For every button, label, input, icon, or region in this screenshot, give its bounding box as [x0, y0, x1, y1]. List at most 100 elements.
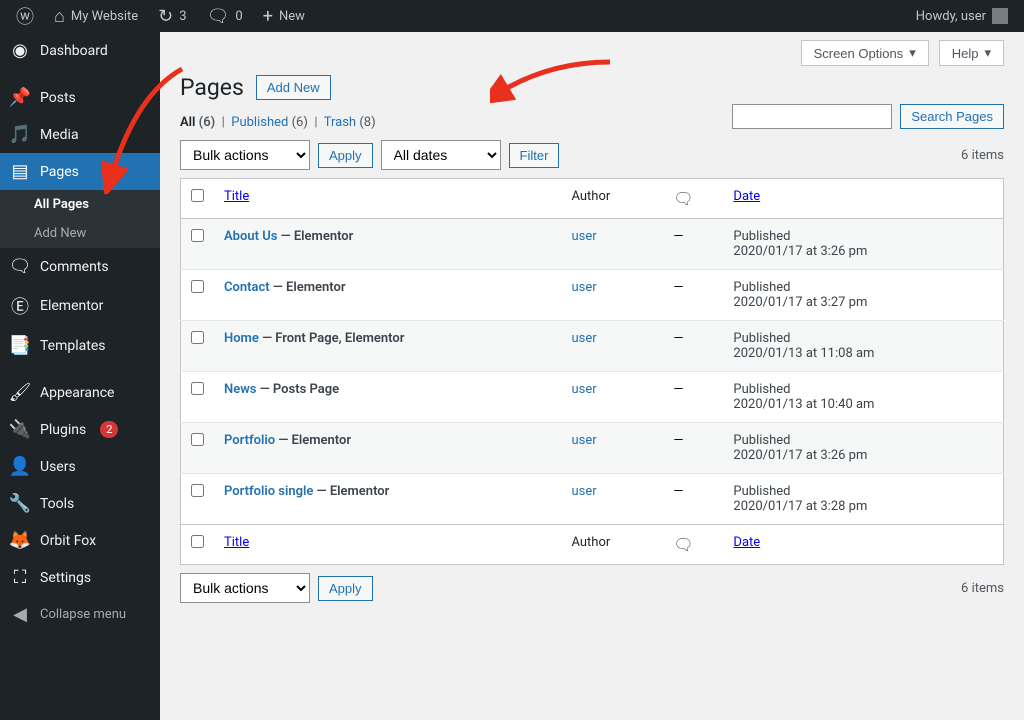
sidebar-label: Templates — [40, 338, 106, 354]
sidebar-label: Appearance — [40, 385, 114, 401]
filter-all[interactable]: All (6) — [180, 115, 215, 130]
author-link[interactable]: user — [571, 280, 596, 295]
row-checkbox[interactable] — [191, 433, 204, 446]
wp-logo[interactable]: ⓦ — [8, 0, 42, 32]
sidebar-label: Orbit Fox — [40, 533, 96, 549]
page-title-link[interactable]: Portfolio — [224, 433, 275, 448]
help-button[interactable]: Help ▾ — [939, 40, 1004, 66]
sidebar-item-dashboard[interactable]: ◉ Dashboard — [0, 32, 160, 69]
page-title-link[interactable]: Portfolio single — [224, 484, 313, 499]
table-row: News — Posts Page user — Published2020/0… — [181, 372, 1004, 423]
item-count: 6 items — [961, 148, 1004, 163]
sidebar-item-posts[interactable]: 📌Posts — [0, 79, 160, 116]
col-date-sort[interactable]: Date — [733, 189, 760, 204]
row-checkbox[interactable] — [191, 280, 204, 293]
select-all-checkbox[interactable] — [191, 189, 204, 202]
sidebar-item-settings[interactable]: ⛶ Settings — [0, 559, 160, 596]
sidebar-label: Pages — [40, 164, 79, 180]
sidebar-label: Dashboard — [40, 43, 108, 59]
date-cell: Published2020/01/13 at 10:40 am — [723, 372, 1003, 423]
submenu-all-pages[interactable]: All Pages — [0, 190, 160, 219]
wrench-icon: 🔧 — [10, 493, 30, 514]
date-filter-select[interactable]: All dates — [381, 140, 501, 170]
comments-cell: — — [663, 372, 723, 423]
avatar — [992, 8, 1008, 24]
pages-table: Title Author 🗨 Date About Us — Elementor… — [180, 178, 1004, 565]
tablenav-bottom: Bulk actions Apply 6 items — [180, 573, 1004, 603]
apply-button-bottom[interactable]: Apply — [318, 576, 373, 601]
page-title-link[interactable]: News — [224, 382, 256, 397]
comment-icon: 🗨 — [207, 6, 230, 27]
sidebar-item-elementor[interactable]: Ⓔ Elementor — [0, 285, 160, 327]
table-row: Home — Front Page, Elementor user — Publ… — [181, 321, 1004, 372]
search-button[interactable]: Search Pages — [900, 104, 1004, 129]
filter-trash[interactable]: Trash (8) — [324, 115, 376, 130]
sidebar-item-media[interactable]: 🎵Media — [0, 116, 160, 153]
sidebar-item-appearance[interactable]: 🖌Appearance — [0, 374, 160, 411]
select-all-checkbox-foot[interactable] — [191, 535, 204, 548]
row-checkbox[interactable] — [191, 382, 204, 395]
search-input[interactable] — [732, 104, 892, 129]
author-link[interactable]: user — [571, 484, 596, 499]
sidebar-label: Settings — [40, 570, 91, 586]
sidebar-item-orbitfox[interactable]: 🦊 Orbit Fox — [0, 522, 160, 559]
post-state: — Elementor — [317, 484, 390, 499]
page-title-link[interactable]: Home — [224, 331, 259, 346]
post-state: — Elementor — [278, 433, 351, 448]
table-row: About Us — Elementor user — Published202… — [181, 219, 1004, 270]
account-link[interactable]: Howdy, user — [908, 0, 1016, 32]
settings-icon: ⛶ — [10, 567, 30, 588]
chevron-down-icon: ▾ — [909, 45, 916, 61]
author-link[interactable]: user — [571, 433, 596, 448]
col-date-sort-foot[interactable]: Date — [733, 535, 760, 550]
media-icon: 🎵 — [10, 124, 30, 145]
page-title-link[interactable]: About Us — [224, 229, 277, 244]
bulk-actions-select[interactable]: Bulk actions — [180, 140, 310, 170]
collapse-menu[interactable]: ◀Collapse menu — [0, 596, 160, 633]
author-link[interactable]: user — [571, 331, 596, 346]
row-checkbox[interactable] — [191, 229, 204, 242]
new-content-link[interactable]: +New — [255, 0, 313, 32]
date-cell: Published2020/01/17 at 3:26 pm — [723, 219, 1003, 270]
tablenav-actions: Bulk actions Apply All dates Filter — [180, 140, 559, 170]
elementor-icon: Ⓔ — [10, 293, 30, 319]
sidebar-item-templates[interactable]: 📑Templates — [0, 327, 160, 364]
row-checkbox[interactable] — [191, 484, 204, 497]
tablenav-top: Bulk actions Apply All dates Filter 6 it… — [180, 140, 1004, 170]
sidebar-label: Elementor — [40, 298, 103, 314]
screen-options-button[interactable]: Screen Options ▾ — [801, 40, 929, 66]
menu-separator — [0, 364, 160, 374]
post-state: — Front Page, Elementor — [262, 331, 404, 346]
comments-cell: — — [663, 423, 723, 474]
wordpress-icon: ⓦ — [16, 3, 34, 29]
updates-link[interactable]: ↻3 — [150, 0, 194, 32]
dashboard-icon: ◉ — [10, 40, 30, 61]
sidebar-item-users[interactable]: 👤Users — [0, 448, 160, 485]
sidebar-item-tools[interactable]: 🔧Tools — [0, 485, 160, 522]
date-cell: Published2020/01/17 at 3:27 pm — [723, 270, 1003, 321]
comments-link[interactable]: 🗨0 — [199, 0, 251, 32]
filter-button[interactable]: Filter — [509, 143, 560, 168]
table-row: Contact — Elementor user — Published2020… — [181, 270, 1004, 321]
post-state: — Posts Page — [260, 382, 339, 397]
bulk-actions-select-bottom[interactable]: Bulk actions — [180, 573, 310, 603]
sidebar-item-pages[interactable]: ▤Pages — [0, 153, 160, 190]
submenu-add-new[interactable]: Add New — [0, 219, 160, 248]
author-link[interactable]: user — [571, 382, 596, 397]
col-title-sort[interactable]: Title — [224, 189, 249, 204]
updates-count: 3 — [179, 9, 186, 24]
new-label: New — [279, 9, 305, 24]
col-title-sort-foot[interactable]: Title — [224, 535, 249, 550]
pin-icon: 📌 — [10, 87, 30, 108]
orbitfox-icon: 🦊 — [10, 530, 30, 551]
filter-published[interactable]: Published (6) — [231, 115, 308, 130]
page-title-link[interactable]: Contact — [224, 280, 270, 295]
author-link[interactable]: user — [571, 229, 596, 244]
sidebar-item-comments[interactable]: 🗨Comments — [0, 248, 160, 285]
row-checkbox[interactable] — [191, 331, 204, 344]
add-new-button[interactable]: Add New — [256, 75, 331, 100]
sidebar-submenu-pages: All Pages Add New — [0, 190, 160, 248]
apply-button[interactable]: Apply — [318, 143, 373, 168]
site-name-link[interactable]: ⌂My Website — [46, 0, 146, 32]
sidebar-item-plugins[interactable]: 🔌Plugins2 — [0, 411, 160, 448]
